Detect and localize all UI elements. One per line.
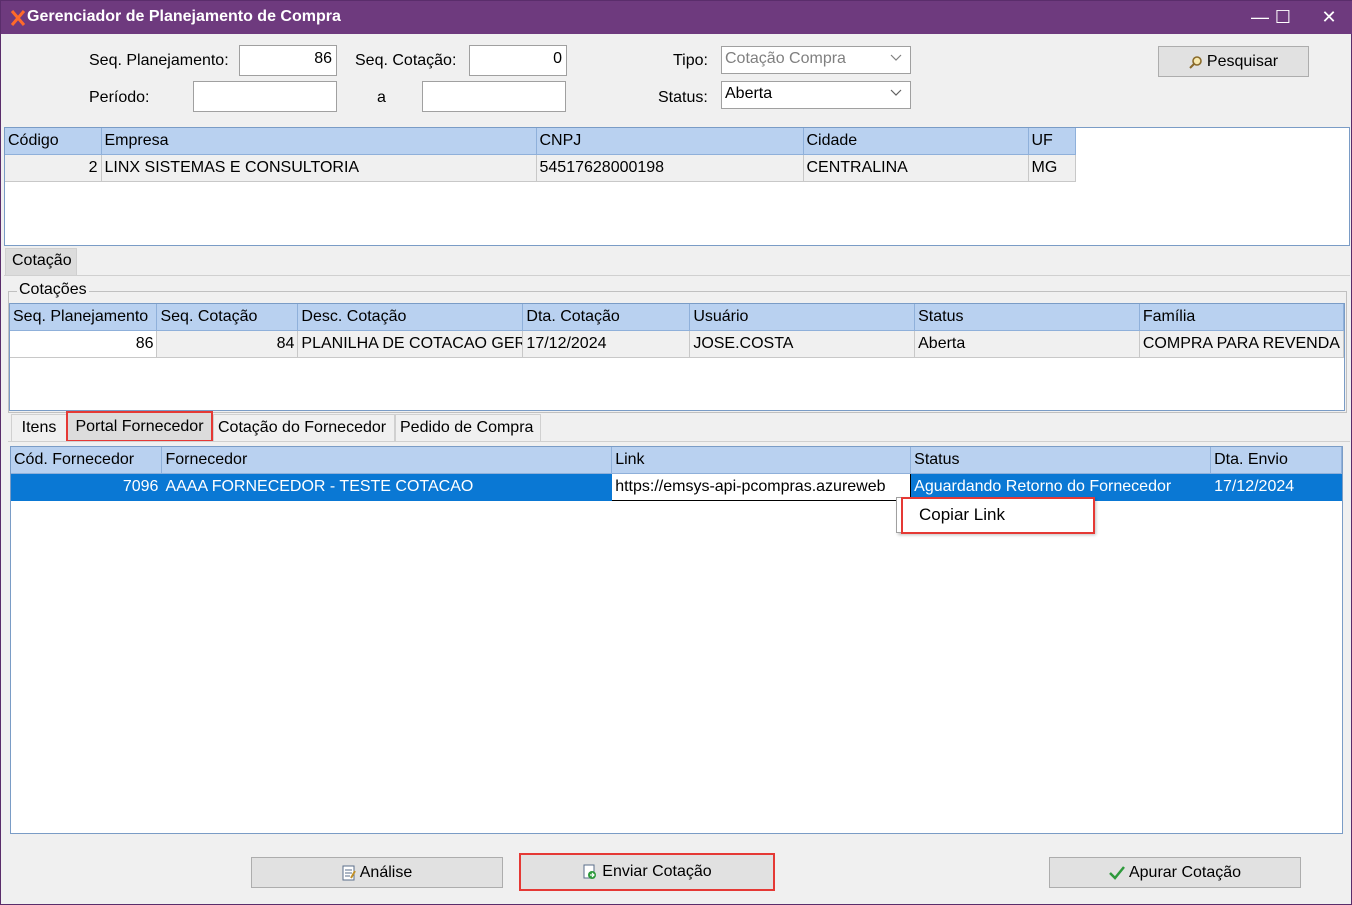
cell-codigo: 2 (5, 154, 102, 182)
copy-link-label: Copiar Link (919, 505, 1005, 524)
status-select[interactable]: Aberta (721, 81, 911, 109)
cotacoes-table: Seq. Planejamento Seq. Cotação Desc. Cot… (10, 304, 1345, 358)
main-window: Gerenciador de Planejamento de Compra — … (0, 0, 1352, 905)
window-title: Gerenciador de Planejamento de Compra (27, 8, 341, 25)
close-button[interactable]: ✕ (1306, 1, 1352, 34)
status-value: Aberta (725, 85, 773, 102)
col-cod-fornecedor[interactable]: Cód. Fornecedor (11, 447, 163, 474)
cell-fornecedor: AAAA FORNECEDOR - TESTE COTACAO (161, 473, 613, 501)
apurar-cotacao-button[interactable]: Apurar Cotação (1049, 857, 1301, 888)
cell-dta-envio: 17/12/2024 (1210, 473, 1342, 501)
tipo-value: Cotação Compra (725, 50, 846, 67)
tipo-select[interactable]: Cotação Compra (721, 46, 911, 74)
col-status[interactable]: Status (914, 304, 1140, 331)
cell-familia: COMPRA PARA REVENDA (1139, 330, 1345, 358)
table-row[interactable]: 86 84 PLANILHA DE COTACAO GER 17/12/2024… (10, 330, 1345, 358)
col-link[interactable]: Link (611, 447, 912, 474)
analise-label: Análise (359, 863, 413, 881)
tipo-label: Tipo: (673, 52, 708, 69)
tab-itens[interactable]: Itens (11, 414, 67, 442)
periodo-separator: a (377, 89, 386, 106)
context-menu: Copiar Link (896, 497, 1095, 534)
cell-status: Aberta (914, 330, 1140, 358)
col-cnpj[interactable]: CNPJ (536, 128, 804, 155)
cell-dta-cotacao: 17/12/2024 (522, 330, 691, 358)
enviar-cotacao-button[interactable]: Enviar Cotação (519, 853, 775, 891)
send-document-icon (583, 864, 597, 879)
col-usuario[interactable]: Usuário (689, 304, 916, 331)
cell-usuario: JOSE.COSTA (689, 330, 916, 358)
apurar-cotacao-label: Apurar Cotação (1128, 863, 1242, 881)
chevron-down-icon (890, 89, 902, 96)
cotacoes-grid[interactable]: Seq. Planejamento Seq. Cotação Desc. Cot… (9, 303, 1345, 411)
portal-fornecedor-grid[interactable]: Cód. Fornecedor Fornecedor Link Status D… (10, 446, 1343, 834)
col-status[interactable]: Status (910, 447, 1212, 474)
cell-status: Aguardando Retorno do Fornecedor (910, 473, 1212, 501)
checkmark-icon (1109, 865, 1125, 880)
col-familia[interactable]: Família (1139, 304, 1345, 331)
table-row[interactable]: 7096 AAAA FORNECEDOR - TESTE COTACAO htt… (11, 472, 1342, 501)
col-seq-cotacao[interactable]: Seq. Cotação (156, 304, 299, 331)
tab-cotacao[interactable]: Cotação (5, 248, 77, 276)
seq-planejamento-input[interactable]: 86 (239, 45, 337, 76)
seq-cotacao-input[interactable]: 0 (469, 45, 567, 76)
portal-table: Cód. Fornecedor Fornecedor Link Status D… (11, 447, 1342, 501)
copy-link-menu-item[interactable]: Copiar Link (901, 497, 1095, 534)
cell-link[interactable]: https://emsys-api-pcompras.azureweb (611, 472, 912, 501)
col-dta-cotacao[interactable]: Dta. Cotação (522, 304, 691, 331)
search-button[interactable]: Pesquisar (1158, 46, 1309, 77)
col-fornecedor[interactable]: Fornecedor (161, 447, 613, 474)
col-desc-cotacao[interactable]: Desc. Cotação (297, 304, 524, 331)
chevron-down-icon (890, 54, 902, 61)
cell-uf: MG (1028, 154, 1076, 182)
empresas-header: Código Empresa CNPJ Cidade UF (5, 128, 1076, 155)
col-empresa[interactable]: Empresa (101, 128, 537, 155)
empresas-grid[interactable]: Código Empresa CNPJ Cidade UF 2 LINX SIS… (4, 127, 1350, 246)
cell-empresa: LINX SISTEMAS E CONSULTORIA (101, 154, 537, 182)
col-cidade[interactable]: Cidade (803, 128, 1029, 155)
search-icon (1189, 55, 1202, 69)
cell-desc-cotacao: PLANILHA DE COTACAO GER (297, 330, 524, 358)
col-uf[interactable]: UF (1028, 128, 1076, 155)
periodo-to-input[interactable] (422, 81, 566, 112)
tab-divider (4, 275, 1350, 276)
periodo-from-input[interactable] (193, 81, 337, 112)
cell-seq-planejamento: 86 (10, 330, 158, 358)
maximize-button[interactable]: ☐ (1260, 1, 1306, 34)
col-codigo[interactable]: Código (5, 128, 102, 155)
cotacoes-header: Seq. Planejamento Seq. Cotação Desc. Cot… (10, 304, 1345, 331)
title-bar: Gerenciador de Planejamento de Compra — … (1, 1, 1352, 34)
tab-cotacao-do-fornecedor[interactable]: Cotação do Fornecedor (213, 414, 395, 442)
subtab-divider (8, 441, 1350, 442)
document-edit-icon (342, 865, 356, 880)
cell-cnpj: 54517628000198 (536, 154, 804, 182)
enviar-cotacao-label: Enviar Cotação (602, 863, 712, 880)
cell-cidade: CENTRALINA (803, 154, 1029, 182)
analise-button[interactable]: Análise (251, 857, 503, 888)
cell-seq-cotacao: 84 (156, 330, 299, 358)
status-label: Status: (658, 89, 708, 106)
seq-planejamento-label: Seq. Planejamento: (89, 52, 229, 69)
seq-cotacao-label: Seq. Cotação: (355, 52, 457, 69)
portal-header: Cód. Fornecedor Fornecedor Link Status D… (11, 447, 1342, 474)
app-logo-icon (10, 10, 26, 26)
tab-portal-fornecedor[interactable]: Portal Fornecedor (66, 411, 213, 442)
periodo-label: Período: (89, 89, 150, 106)
table-row[interactable]: 2 LINX SISTEMAS E CONSULTORIA 5451762800… (5, 154, 1076, 182)
cell-cod-fornecedor: 7096 (11, 473, 163, 501)
col-dta-envio[interactable]: Dta. Envio (1210, 447, 1342, 474)
cotacoes-group-label: Cotações (17, 281, 89, 299)
tab-pedido-de-compra[interactable]: Pedido de Compra (395, 414, 541, 442)
empresas-table: Código Empresa CNPJ Cidade UF 2 LINX SIS… (5, 128, 1076, 182)
search-button-label: Pesquisar (1206, 52, 1279, 70)
col-seq-planejamento[interactable]: Seq. Planejamento (10, 304, 158, 331)
